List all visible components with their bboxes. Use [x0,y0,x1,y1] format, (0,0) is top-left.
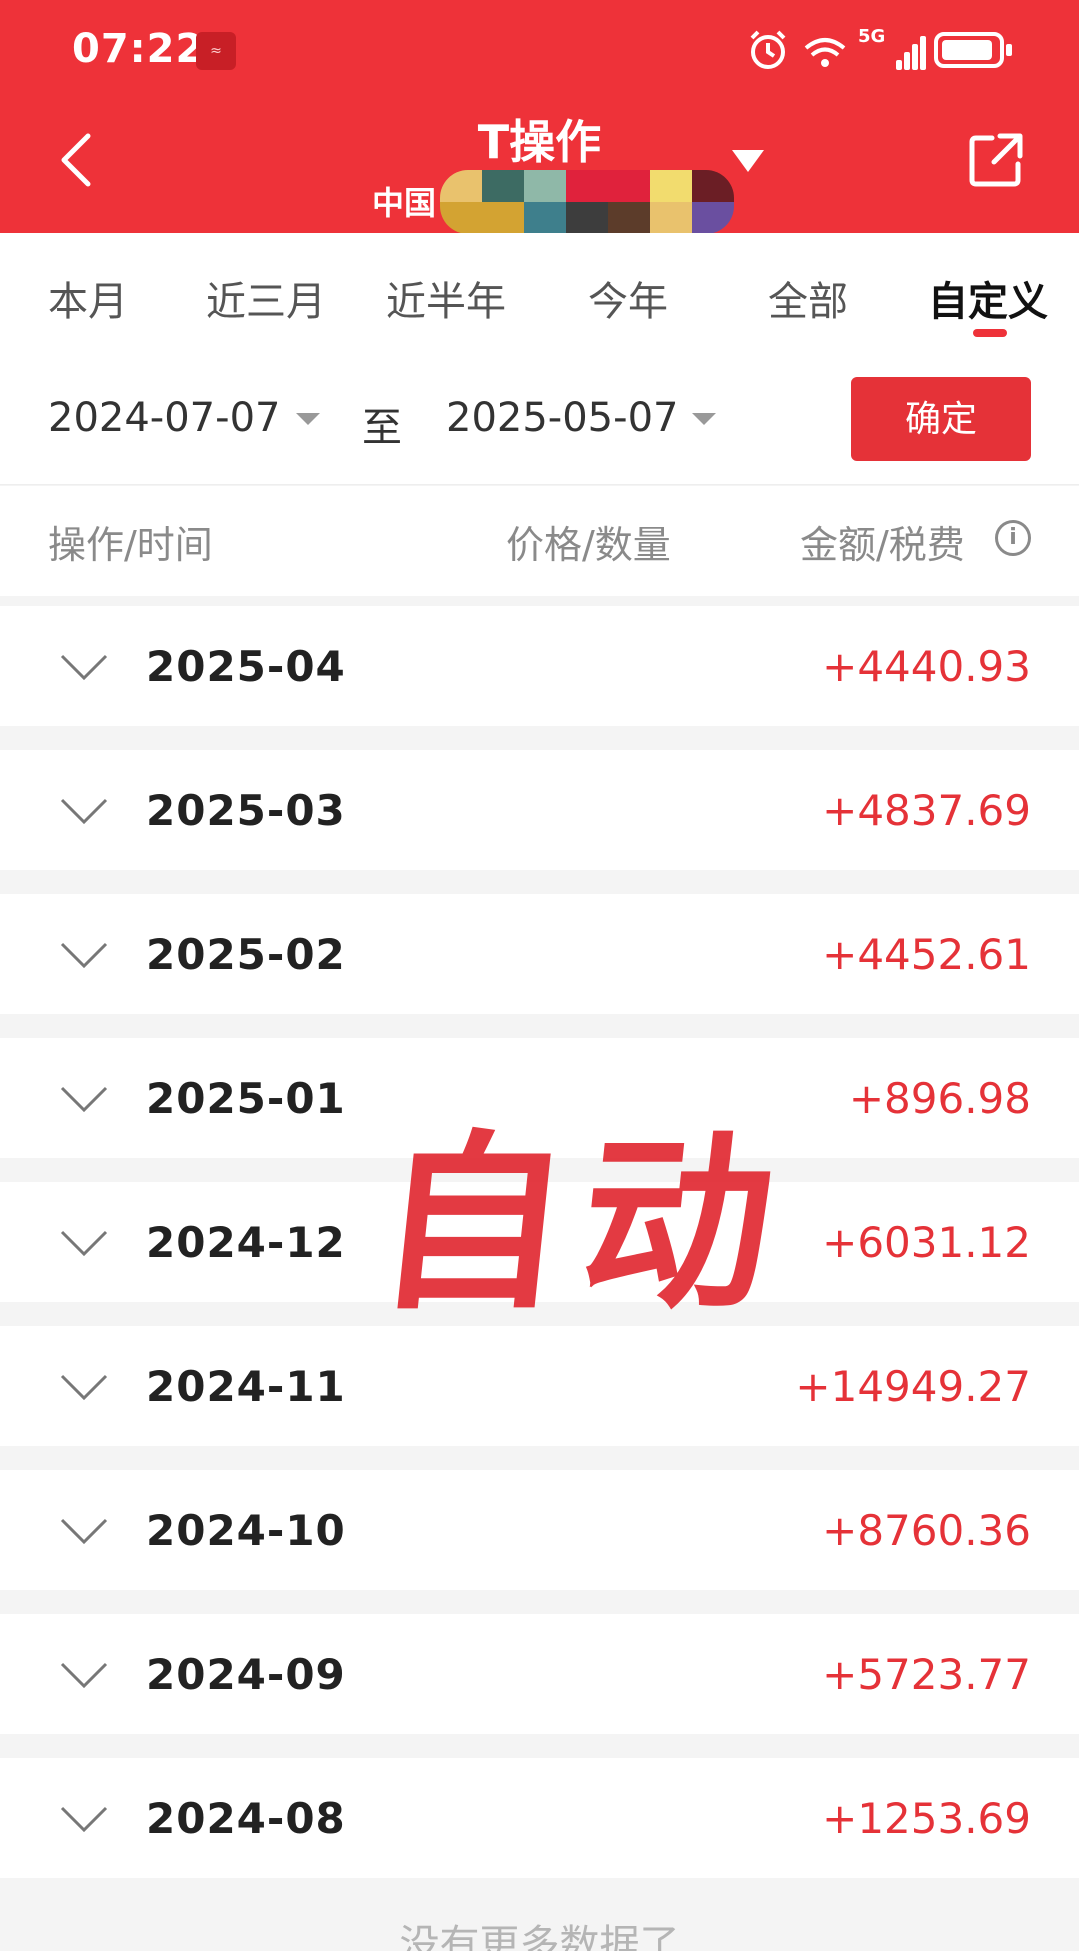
account-dropdown-icon[interactable] [732,150,764,172]
share-icon[interactable] [966,130,1026,190]
date-separator: 至 [362,405,402,451]
month-amount: +4452.61 [822,930,1031,979]
column-op-time: 操作/时间 [48,523,213,567]
month-label: 2024-09 [146,1650,346,1699]
tab-this-year[interactable]: 今年 [588,269,668,327]
watermark-text: 自动 [366,1112,799,1335]
status-bar: 07:22 ≈ 5G [0,0,1079,100]
month-row[interactable]: 2024-09 +5723.77 [0,1614,1079,1734]
mosaic-tile [524,170,566,202]
month-amount: +896.98 [848,1074,1031,1123]
month-label: 2025-04 [146,642,346,691]
month-label: 2024-11 [146,1362,346,1411]
date-range-row: 2024-07-07 至 2025-05-07 确定 [0,345,1079,485]
account-name[interactable]: 中国 [372,178,436,224]
start-date-picker[interactable]: 2024-07-07 [48,395,280,441]
tab-last-half-year[interactable]: 近半年 [386,269,506,327]
no-more-data-text: 没有更多数据了 [399,1922,680,1951]
month-label: 2025-02 [146,930,346,979]
chevron-down-icon[interactable] [58,928,110,980]
column-header: 操作/时间 价格/数量 金额/税费 i [0,486,1079,596]
mosaic-tile [692,202,734,234]
mosaic-tile [524,202,566,234]
mosaic-tile [566,202,608,234]
chevron-down-icon[interactable] [58,1360,110,1412]
month-amount: +14949.27 [795,1362,1031,1411]
column-amount-tax: 金额/税费 [800,523,965,567]
end-date-caret-icon[interactable] [692,413,716,425]
month-label: 2024-10 [146,1506,346,1555]
month-amount: +5723.77 [822,1650,1031,1699]
month-amount: +6031.12 [822,1218,1031,1267]
page-title[interactable]: T操作 [0,106,1079,172]
signal-icon [876,32,926,70]
month-label: 2024-08 [146,1794,346,1843]
tab-this-month[interactable]: 本月 [48,269,128,327]
month-amount: +8760.36 [822,1506,1031,1555]
mosaic-tile [566,170,608,202]
month-row[interactable]: 2025-04 +4440.93 [0,606,1079,726]
nav-bar: T操作 中国 [0,100,1079,234]
mosaic-tile [482,202,524,234]
chevron-down-icon[interactable] [58,640,110,692]
month-row[interactable]: 2025-03 +4837.69 [0,750,1079,870]
end-date-picker[interactable]: 2025-05-07 [446,395,678,441]
period-tabs: 本月 近三月 近半年 今年 全部 自定义 [0,233,1079,345]
mosaic-tile [650,202,692,234]
alarm-icon [750,30,786,69]
start-date-caret-icon[interactable] [296,413,320,425]
tab-last-three-months[interactable]: 近三月 [206,269,326,327]
month-label: 2025-03 [146,786,346,835]
mosaic-tile [692,170,734,202]
top-bar: 07:22 ≈ 5G T操作 中国 [0,0,1079,234]
chevron-down-icon[interactable] [58,1072,110,1124]
month-row[interactable]: 2024-08 +1253.69 [0,1758,1079,1878]
month-amount: +4440.93 [822,642,1031,691]
wifi-icon [804,38,846,67]
chevron-down-icon[interactable] [58,1504,110,1556]
month-label: 2025-01 [146,1074,346,1123]
tab-custom[interactable]: 自定义 [928,269,1048,327]
battery-icon [934,32,1012,68]
mosaic-tile [440,170,482,202]
active-tab-indicator [973,329,1007,337]
month-amount: +1253.69 [822,1794,1031,1843]
column-price-qty: 价格/数量 [506,523,671,567]
mosaic-tile [608,202,650,234]
month-row[interactable]: 2025-02 +4452.61 [0,894,1079,1014]
month-amount: +4837.69 [822,786,1031,835]
status-time: 07:22 [72,26,205,72]
tab-all[interactable]: 全部 [768,269,848,327]
redacted-account-mosaic [440,170,734,234]
mosaic-tile [440,202,482,234]
confirm-button[interactable]: 确定 [851,377,1031,461]
chevron-down-icon[interactable] [58,784,110,836]
month-label: 2024-12 [146,1218,346,1267]
mosaic-tile [650,170,692,202]
info-icon[interactable]: i [995,520,1031,556]
mosaic-tile [608,170,650,202]
chevron-down-icon[interactable] [58,1792,110,1844]
mosaic-tile [482,170,524,202]
chevron-down-icon[interactable] [58,1648,110,1700]
chevron-down-icon[interactable] [58,1216,110,1268]
app-notification-icon: ≈ [196,32,236,70]
month-row[interactable]: 2024-10 +8760.36 [0,1470,1079,1590]
